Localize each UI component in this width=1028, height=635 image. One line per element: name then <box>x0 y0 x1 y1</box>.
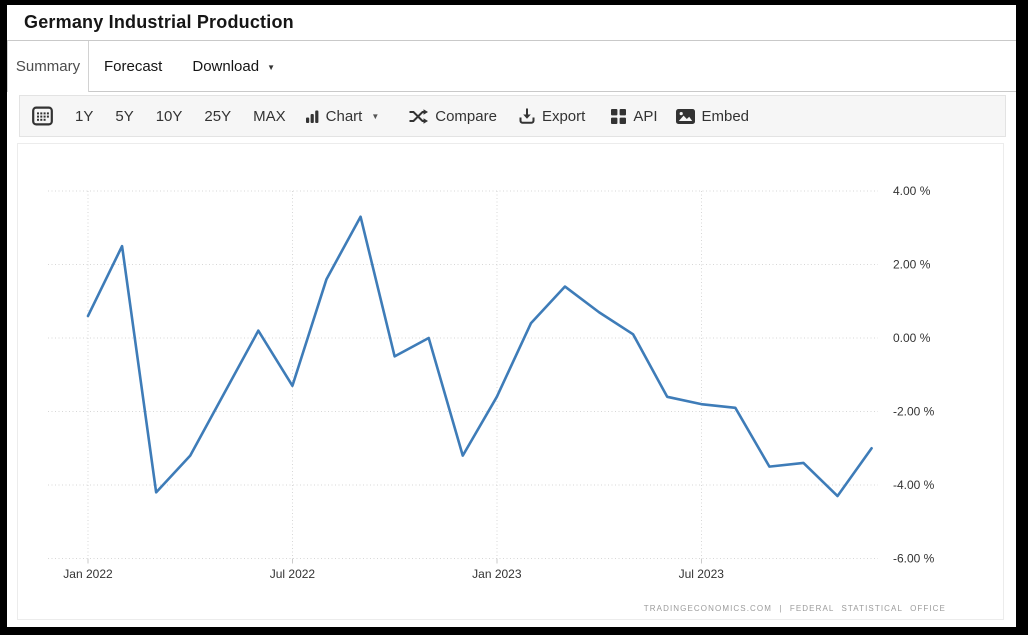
tab-download[interactable]: Download ▼ <box>177 41 290 91</box>
tab-forecast[interactable]: Forecast <box>89 41 177 91</box>
range-1y[interactable]: 1Y <box>75 108 93 125</box>
y-tick-label: 0.00 % <box>893 331 931 345</box>
range-max[interactable]: MAX <box>253 108 286 125</box>
x-tick-label: Jul 2023 <box>679 567 725 581</box>
api-button[interactable]: API <box>611 108 657 125</box>
x-tick-label: Jul 2022 <box>270 567 316 581</box>
compare-button[interactable]: Compare <box>409 108 497 125</box>
bar-chart-icon <box>306 110 319 123</box>
y-tick-label: 2.00 % <box>893 258 931 272</box>
page-title: Germany Industrial Production <box>24 12 294 33</box>
x-tick-label: Jan 2022 <box>63 567 113 581</box>
chart-type-label: Chart <box>326 108 363 125</box>
title-bar: Germany Industrial Production <box>7 5 1016 41</box>
y-tick-label: -6.00 % <box>893 552 935 566</box>
export-label: Export <box>542 108 585 125</box>
range-25y[interactable]: 25Y <box>204 108 231 125</box>
range-10y[interactable]: 10Y <box>156 108 183 125</box>
line-chart[interactable]: 4.00 % 2.00 % 0.00 % -2.00 % -4.00 % -6.00 % J… <box>7 145 1016 620</box>
export-button[interactable]: Export <box>519 108 585 125</box>
compare-label: Compare <box>435 108 497 125</box>
download-icon <box>519 108 535 124</box>
chart-toolbar: 1Y 5Y 10Y 25Y MAX Chart ▼ Compare <box>19 95 1006 137</box>
calendar-icon <box>32 106 53 126</box>
shuffle-icon <box>409 109 428 124</box>
tab-summary[interactable]: Summary <box>7 41 89 92</box>
range-5y[interactable]: 5Y <box>115 108 133 125</box>
embed-label: Embed <box>702 108 750 125</box>
y-tick-label: 4.00 % <box>893 184 931 198</box>
window-frame: Germany Industrial Production Summary Fo… <box>0 0 1028 635</box>
y-tick-label: -4.00 % <box>893 478 935 492</box>
x-tick-label: Jan 2023 <box>472 567 522 581</box>
grid-icon <box>611 109 626 124</box>
tab-download-label: Download <box>192 58 259 75</box>
tab-bar: Summary Forecast Download ▼ <box>7 41 1016 92</box>
page: Germany Industrial Production Summary Fo… <box>7 5 1016 627</box>
image-icon <box>676 109 695 124</box>
y-tick-label: -2.00 % <box>893 405 935 419</box>
calendar-button[interactable] <box>32 106 53 126</box>
series-line[interactable] <box>88 217 872 496</box>
chevron-down-icon: ▼ <box>371 112 379 121</box>
api-label: API <box>633 108 657 125</box>
chevron-down-icon: ▼ <box>267 63 275 72</box>
embed-button[interactable]: Embed <box>676 108 750 125</box>
chart-attribution[interactable]: TRADINGECONOMICS.COM | FEDERAL STATISTIC… <box>644 604 946 613</box>
chart-type-dropdown[interactable]: Chart ▼ <box>306 108 380 125</box>
